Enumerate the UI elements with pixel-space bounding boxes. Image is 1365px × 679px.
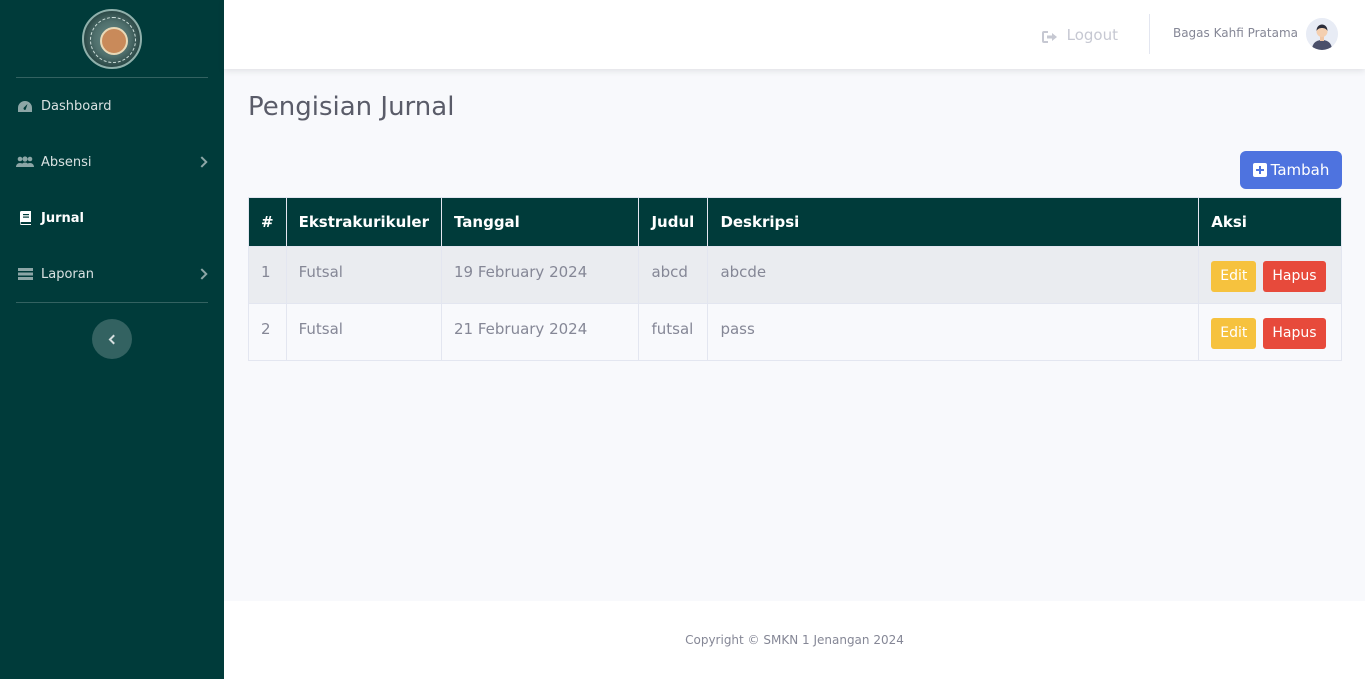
cell-deskripsi: pass [707,303,1200,361]
chevron-left-icon [108,334,119,344]
column-header-ekstrakurikuler: Ekstrakurikuler [285,197,442,247]
sidebar: Dashboard Absensi Jurnal Laporan [0,0,224,679]
sidebar-toggle-button[interactable] [92,319,132,359]
column-header-judul: Judul [638,197,709,247]
user-name[interactable]: Bagas Kahfi Pratama [1173,0,1298,66]
cell-ekstrakurikuler: Futsal [285,303,442,361]
page-title: Pengisian Jurnal [248,92,455,122]
column-header-number: # [248,197,287,247]
sidebar-item-laporan[interactable]: Laporan [0,246,224,302]
users-icon [16,155,34,169]
cell-deskripsi: abcde [707,246,1200,304]
logout-link[interactable]: Logout [1041,0,1118,69]
column-header-tanggal: Tanggal [440,197,640,247]
cell-number: 1 [248,246,287,304]
column-header-aksi: Aksi [1198,197,1342,247]
avatar[interactable] [1306,18,1338,50]
sidebar-item-label: Dashboard [41,98,112,114]
column-header-deskripsi: Deskripsi [707,197,1200,247]
plus-square-icon [1252,163,1267,177]
table-icon [16,267,34,281]
chevron-right-icon [196,156,208,168]
topbar-divider [1149,14,1150,54]
sidebar-item-label: Absensi [41,154,92,170]
add-button[interactable]: Tambah [1240,151,1342,189]
table-row: 1 Futsal 19 February 2024 abcd abcde Edi… [248,246,1342,304]
edit-button[interactable]: Edit [1211,261,1257,292]
school-logo [82,8,142,69]
cell-tanggal: 19 February 2024 [440,246,640,304]
topbar: Logout Bagas Kahfi Pratama [224,0,1365,69]
sidebar-item-absensi[interactable]: Absensi [0,134,224,190]
add-button-label: Tambah [1270,161,1330,179]
table-row: 2 Futsal 21 February 2024 futsal pass Ed… [248,303,1342,361]
cell-judul: futsal [638,303,709,361]
sidebar-item-label: Jurnal [41,210,84,226]
copyright-text: Copyright © SMKN 1 Jenangan 2024 [685,633,904,647]
dashboard-icon [16,99,34,113]
book-icon [16,211,34,225]
sidebar-divider [16,302,208,303]
edit-button[interactable]: Edit [1211,318,1257,349]
chevron-right-icon [196,268,208,280]
sidebar-item-jurnal[interactable]: Jurnal [0,190,224,246]
cell-aksi: Edit Hapus [1198,246,1342,304]
cell-ekstrakurikuler: Futsal [285,246,442,304]
delete-button[interactable]: Hapus [1263,261,1326,292]
cell-number: 2 [248,303,287,361]
table-header-row: # Ekstrakurikuler Tanggal Judul Deskrips… [248,197,1342,247]
sign-out-icon [1041,29,1058,43]
logout-label: Logout [1066,25,1118,44]
cell-tanggal: 21 February 2024 [440,303,640,361]
cell-judul: abcd [638,246,709,304]
sidebar-brand[interactable] [0,0,224,77]
delete-button[interactable]: Hapus [1263,318,1326,349]
cell-aksi: Edit Hapus [1198,303,1342,361]
sidebar-item-dashboard[interactable]: Dashboard [0,78,224,134]
footer: Copyright © SMKN 1 Jenangan 2024 [224,601,1365,679]
sidebar-item-label: Laporan [41,266,94,282]
jurnal-table: # Ekstrakurikuler Tanggal Judul Deskrips… [248,197,1342,361]
